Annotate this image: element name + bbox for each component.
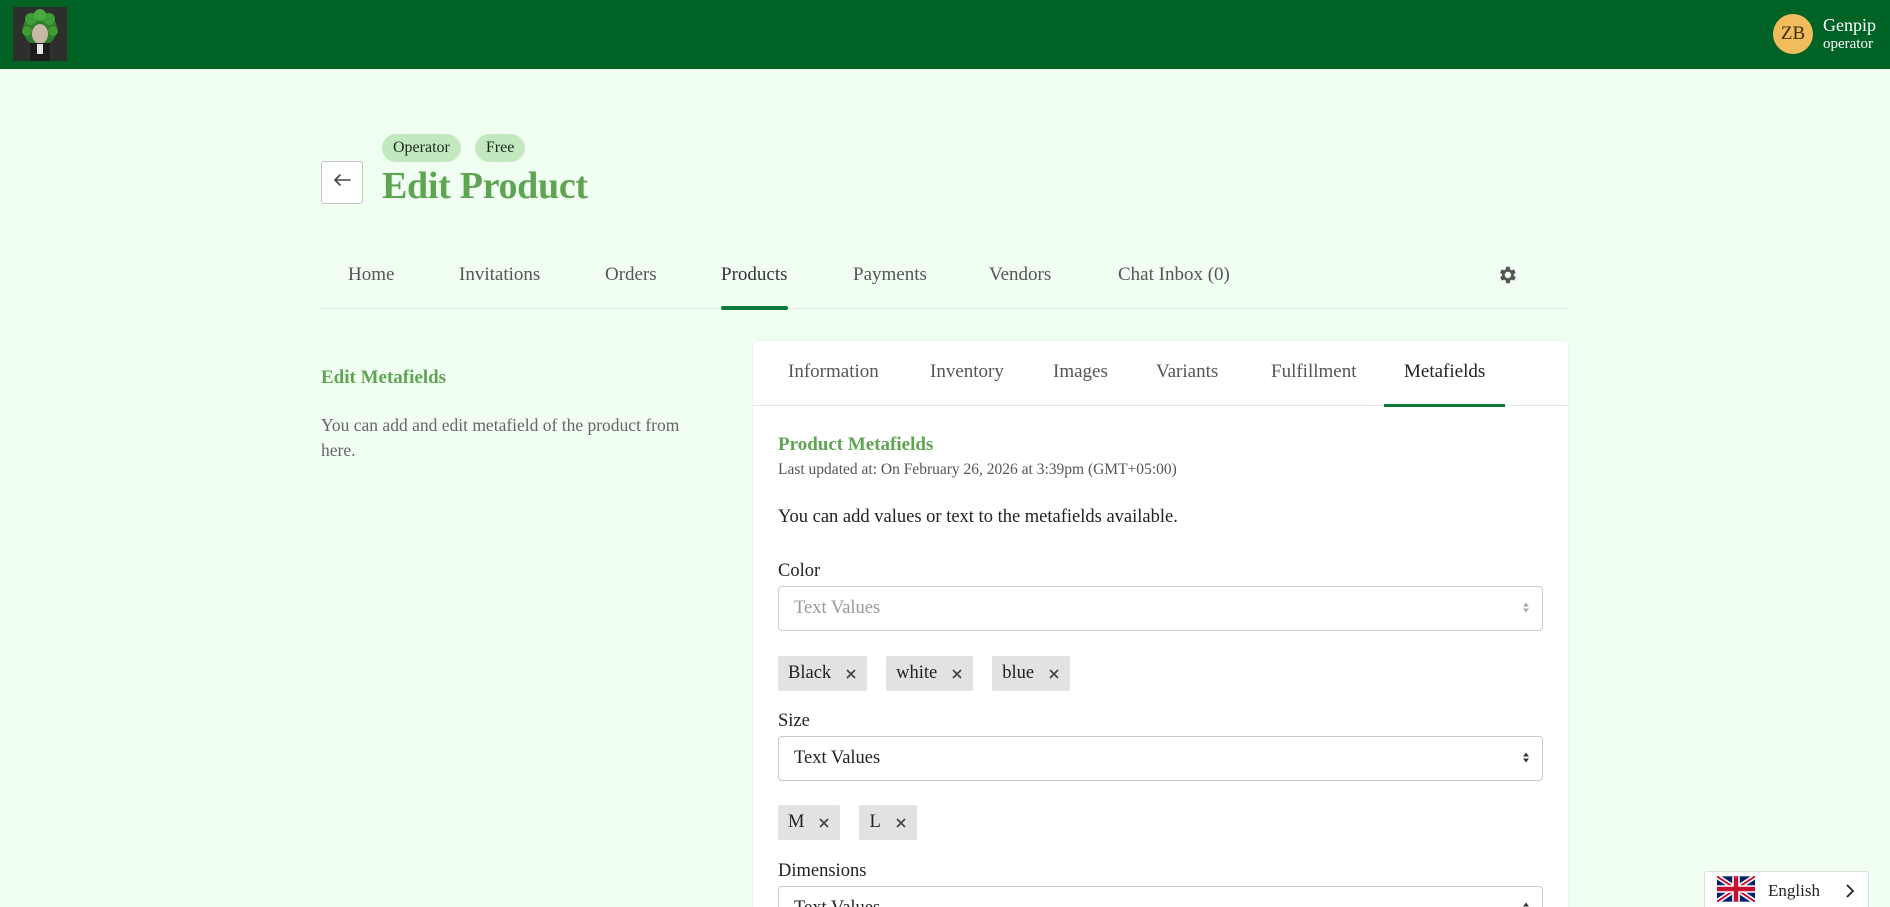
intro-text: You can add values or text to the metafi… (778, 507, 1178, 527)
tab-variants[interactable]: Variants (1156, 361, 1218, 406)
size-label: Size (778, 711, 810, 731)
nav-chat-inbox[interactable]: Chat Inbox (0) (1118, 264, 1230, 309)
tag-m: M (778, 805, 841, 840)
tab-metafields[interactable]: Metafields (1383, 361, 1506, 407)
tag-label: Black (788, 663, 832, 683)
avatar[interactable]: ZB (1773, 14, 1813, 54)
nav-orders[interactable]: Orders (605, 264, 657, 309)
color-tags: Black white blue (778, 656, 1071, 691)
user-info: Genpip operator (1823, 14, 1876, 52)
tab-fulfillment[interactable]: Fulfillment (1271, 361, 1357, 406)
tag-label: blue (1002, 663, 1035, 683)
close-icon[interactable] (1048, 668, 1060, 680)
dimensions-label: Dimensions (778, 861, 867, 881)
close-icon[interactable] (895, 817, 907, 829)
tag-white: white (886, 656, 974, 691)
user-name: Genpip (1823, 14, 1876, 35)
top-bar: ZB Genpip operator (0, 0, 1890, 69)
plan-badge: Free (474, 134, 526, 162)
language-switcher[interactable]: English (1704, 871, 1869, 907)
chevron-right-icon (1845, 883, 1855, 904)
select-arrows-icon (1522, 898, 1530, 907)
tab-images[interactable]: Images (1053, 361, 1108, 406)
nav-products[interactable]: Products (721, 264, 788, 310)
tag-label: L (869, 812, 881, 832)
tag-l: L (859, 805, 917, 840)
role-badge: Operator (382, 134, 461, 162)
tab-information[interactable]: Information (788, 361, 879, 406)
main-nav: Home Invitations Orders Products Payment… (321, 256, 1568, 310)
uk-flag-icon (1715, 873, 1757, 907)
page-title: Edit Product (382, 165, 588, 207)
nav-vendors[interactable]: Vendors (989, 264, 1051, 309)
size-select[interactable]: Text Values (778, 736, 1543, 781)
select-arrows-icon (1522, 748, 1530, 769)
tag-black: Black (778, 656, 868, 691)
tag-blue: blue (992, 656, 1071, 691)
size-select-value: Text Values (794, 748, 881, 768)
close-icon[interactable] (818, 817, 830, 829)
user-role: operator (1823, 35, 1873, 52)
tag-label: M (788, 812, 805, 832)
brand-logo[interactable] (13, 7, 67, 61)
last-updated: Last updated at: On February 26, 2026 at… (778, 461, 1177, 478)
language-label: English (1768, 881, 1820, 900)
badge-group: Operator Free (382, 134, 526, 162)
size-tags: M L (778, 805, 917, 840)
tag-label: white (896, 663, 938, 683)
color-label: Color (778, 561, 821, 581)
color-select-placeholder: Text Values (794, 598, 881, 618)
back-button[interactable] (321, 161, 363, 204)
sidebar-description: You can add and edit metafield of the pr… (321, 415, 680, 460)
close-icon[interactable] (951, 668, 963, 680)
nav-payments[interactable]: Payments (853, 264, 927, 309)
arrow-left-icon (333, 173, 351, 192)
section-title: Product Metafields (778, 434, 934, 455)
nav-home[interactable]: Home (348, 264, 394, 309)
tab-inventory[interactable]: Inventory (930, 361, 1004, 406)
metafields-card: Information Inventory Images Variants Fu… (753, 341, 1568, 907)
select-arrows-icon (1522, 598, 1530, 619)
close-icon[interactable] (845, 668, 857, 680)
sidebar-title: Edit Metafields (321, 367, 447, 388)
color-select[interactable]: Text Values (778, 586, 1543, 631)
user-menu[interactable]: ZB Genpip operator (1773, 14, 1876, 54)
gear-icon[interactable] (1496, 264, 1518, 291)
product-tabs: Information Inventory Images Variants Fu… (753, 341, 1568, 407)
dimensions-select-value: Text Values (794, 898, 880, 907)
nav-invitations[interactable]: Invitations (459, 264, 540, 309)
dimensions-select[interactable]: Text Values (778, 886, 1543, 907)
